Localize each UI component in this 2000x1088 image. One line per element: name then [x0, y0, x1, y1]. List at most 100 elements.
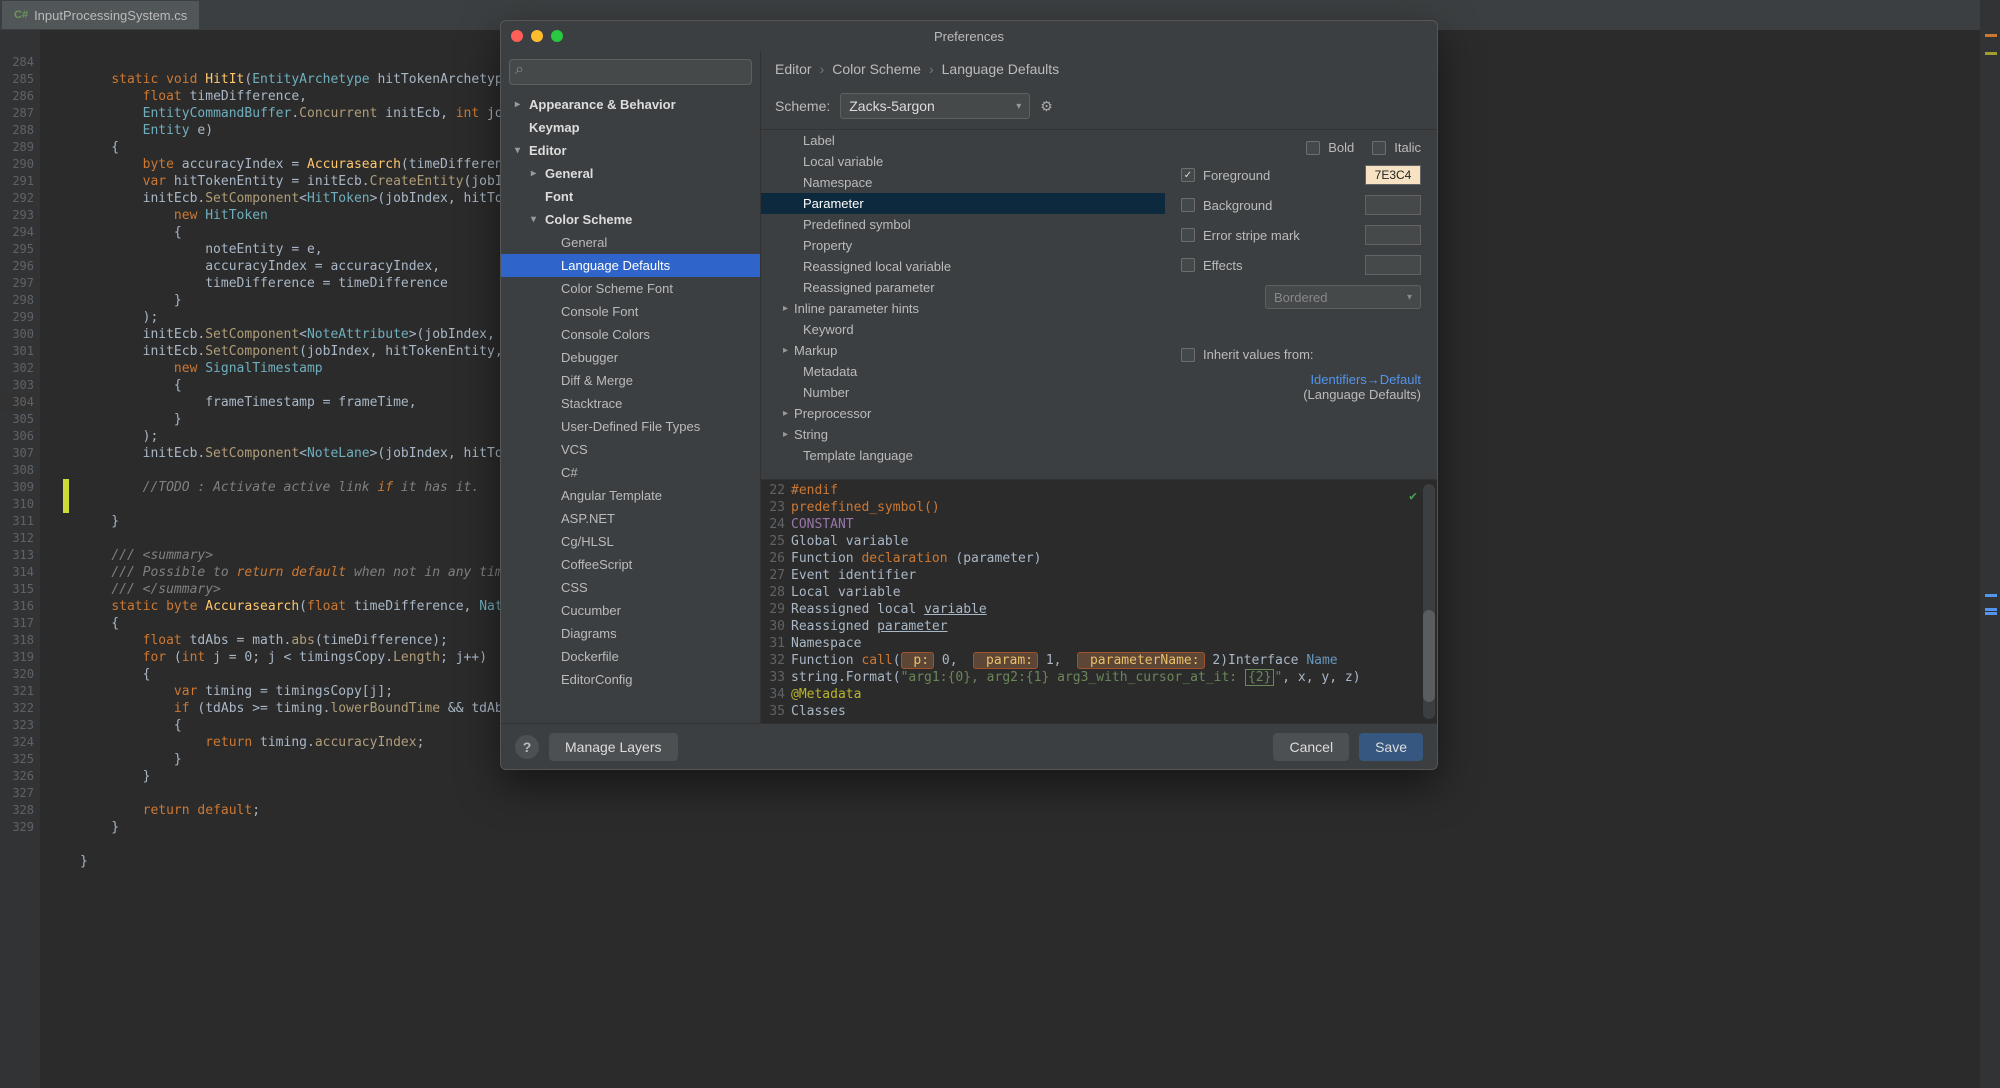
effects-checkbox[interactable] — [1181, 258, 1195, 272]
sidebar-item[interactable]: C# — [501, 461, 760, 484]
bold-label: Bold — [1328, 140, 1354, 155]
attribute-item[interactable]: Local variable — [761, 151, 1165, 172]
attribute-item[interactable]: Markup — [761, 340, 1165, 361]
chevron-down-icon: ▾ — [1016, 101, 1021, 112]
close-icon[interactable] — [511, 30, 523, 42]
attribute-item[interactable]: Keyword — [761, 319, 1165, 340]
attribute-item[interactable]: Template language — [761, 445, 1165, 466]
minimize-icon[interactable] — [531, 30, 543, 42]
attribute-item[interactable]: Preprocessor — [761, 403, 1165, 424]
error-stripe-swatch[interactable] — [1365, 225, 1421, 245]
sidebar-item[interactable]: Font — [501, 185, 760, 208]
preferences-content: Editor › Color Scheme › Language Default… — [761, 51, 1437, 723]
scheme-value: Zacks-5argon — [849, 98, 935, 114]
window-controls — [511, 30, 563, 42]
sidebar-item[interactable]: General — [501, 231, 760, 254]
scheme-select[interactable]: Zacks-5argon ▾ — [840, 93, 1030, 119]
sidebar-item-label: Cg/HLSL — [561, 534, 614, 549]
sidebar-item[interactable]: ▾Editor — [501, 139, 760, 162]
preview-scrollbar-thumb[interactable] — [1423, 610, 1435, 702]
csharp-badge-icon: C# — [14, 9, 28, 21]
sidebar-item[interactable]: Stacktrace — [501, 392, 760, 415]
attribute-list: LabelLocal variableNamespaceParameterPre… — [761, 130, 1165, 479]
attribute-item[interactable]: Property — [761, 235, 1165, 256]
sidebar-item[interactable]: ▸General — [501, 162, 760, 185]
background-label: Background — [1203, 198, 1272, 213]
sidebar-item[interactable]: Color Scheme Font — [501, 277, 760, 300]
attribute-item[interactable]: Parameter — [761, 193, 1165, 214]
sidebar-item-label: Dockerfile — [561, 649, 619, 664]
sidebar-tree: ▸Appearance & Behavior Keymap ▾Editor▸Gene… — [501, 93, 760, 723]
zoom-icon[interactable] — [551, 30, 563, 42]
sidebar-item[interactable]: Diagrams — [501, 622, 760, 645]
help-button[interactable]: ? — [515, 735, 539, 759]
sidebar-item[interactable]: Angular Template — [501, 484, 760, 507]
inherit-label: Inherit values from: — [1203, 347, 1314, 362]
search-input[interactable] — [509, 59, 752, 85]
sidebar-item-label: Language Defaults — [561, 258, 670, 273]
sidebar-item[interactable]: Language Defaults — [501, 254, 760, 277]
gear-icon[interactable]: ⚙ — [1040, 98, 1053, 115]
attribute-item[interactable]: Predefined symbol — [761, 214, 1165, 235]
sidebar-item[interactable]: VCS — [501, 438, 760, 461]
sidebar-item[interactable]: ASP.NET — [501, 507, 760, 530]
attribute-item[interactable]: Reassigned parameter — [761, 277, 1165, 298]
color-preview: ✔ 2223242526272829303132333435 #endif pr… — [761, 479, 1437, 723]
dialog-titlebar[interactable]: Preferences — [501, 21, 1437, 51]
crumb: Language Defaults — [942, 61, 1060, 77]
sidebar-item[interactable]: Cucumber — [501, 599, 760, 622]
attribute-item[interactable]: Reassigned local variable — [761, 256, 1165, 277]
preferences-sidebar: ▸Appearance & Behavior Keymap ▾Editor▸Gene… — [501, 51, 761, 723]
sidebar-item[interactable]: Console Colors — [501, 323, 760, 346]
sidebar-item[interactable]: CoffeeScript — [501, 553, 760, 576]
sidebar-item[interactable]: User-Defined File Types — [501, 415, 760, 438]
save-button[interactable]: Save — [1359, 733, 1423, 761]
attribute-item[interactable]: Metadata — [761, 361, 1165, 382]
inherit-checkbox[interactable] — [1181, 348, 1195, 362]
sidebar-item[interactable]: Cg/HLSL — [501, 530, 760, 553]
sidebar-item-label: CSS — [561, 580, 588, 595]
sidebar-item[interactable]: Dockerfile — [501, 645, 760, 668]
sidebar-item[interactable]: Debugger — [501, 346, 760, 369]
sidebar-item-label: VCS — [561, 442, 588, 457]
sidebar-item-label: General — [545, 166, 593, 181]
error-stripe-label: Error stripe mark — [1203, 228, 1300, 243]
error-stripe-checkbox[interactable] — [1181, 228, 1195, 242]
attribute-item[interactable]: Inline parameter hints — [761, 298, 1165, 319]
sidebar-item[interactable]: ▸Appearance & Behavior — [501, 93, 760, 116]
attribute-item[interactable]: Label — [761, 130, 1165, 151]
sidebar-item-label: Appearance & Behavior — [529, 97, 676, 112]
sidebar-item[interactable]: Console Font — [501, 300, 760, 323]
crumb[interactable]: Editor — [775, 61, 812, 77]
effects-label: Effects — [1203, 258, 1243, 273]
manage-layers-button[interactable]: Manage Layers — [549, 733, 678, 761]
attribute-item[interactable]: Number — [761, 382, 1165, 403]
italic-checkbox[interactable] — [1372, 141, 1386, 155]
effects-swatch[interactable] — [1365, 255, 1421, 275]
attribute-item[interactable]: Namespace — [761, 172, 1165, 193]
cancel-button[interactable]: Cancel — [1273, 733, 1349, 761]
sidebar-item[interactable]: EditorConfig — [501, 668, 760, 691]
background-swatch[interactable] — [1365, 195, 1421, 215]
search-wrap — [501, 51, 760, 93]
file-tab[interactable]: C# InputProcessingSystem.cs — [2, 1, 199, 29]
preview-code[interactable]: #endif predefined_symbol() CONSTANT Glob… — [791, 482, 1419, 720]
crumb[interactable]: Color Scheme — [832, 61, 921, 77]
inherit-link[interactable]: Identifiers→Default — [1181, 372, 1421, 387]
sidebar-item-label: Font — [545, 189, 573, 204]
sidebar-item-label: Keymap — [529, 120, 580, 135]
inherit-subtext: (Language Defaults) — [1181, 387, 1421, 402]
sidebar-item[interactable]: CSS — [501, 576, 760, 599]
sidebar-item[interactable]: Keymap — [501, 116, 760, 139]
attribute-item[interactable]: String — [761, 424, 1165, 445]
foreground-swatch[interactable]: 7E3C4 — [1365, 165, 1421, 185]
sidebar-item-label: ASP.NET — [561, 511, 615, 526]
sidebar-item[interactable]: ▾Color Scheme — [501, 208, 760, 231]
sidebar-item[interactable]: Diff & Merge — [501, 369, 760, 392]
effects-type-select[interactable]: Bordered ▾ — [1265, 285, 1421, 309]
bold-checkbox[interactable] — [1306, 141, 1320, 155]
background-checkbox[interactable] — [1181, 198, 1195, 212]
dialog-title: Preferences — [934, 29, 1004, 44]
sidebar-item-label: Editor — [529, 143, 567, 158]
foreground-checkbox[interactable] — [1181, 168, 1195, 182]
